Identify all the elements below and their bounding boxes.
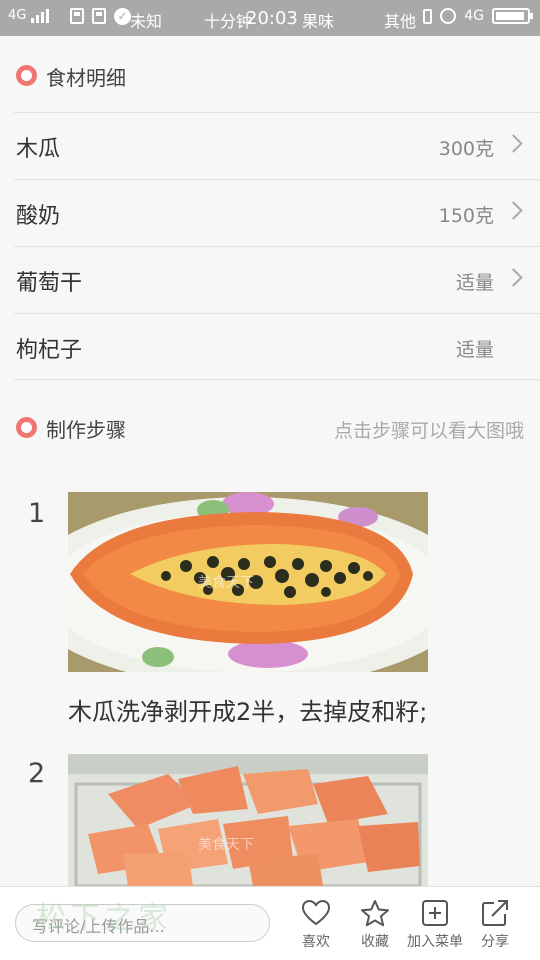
comment-placeholder: 写评论/上传作品... bbox=[32, 917, 165, 936]
notification-icon bbox=[70, 8, 84, 24]
notification-icons: ✓ bbox=[70, 8, 131, 25]
status-right-icons: 4G bbox=[423, 8, 533, 24]
ingredient-name: 枸杞子 bbox=[16, 338, 83, 363]
heart-icon bbox=[301, 899, 331, 926]
add-to-menu-button[interactable]: 加入菜单 bbox=[403, 899, 467, 951]
chevron-right-icon bbox=[504, 201, 523, 220]
signal-bar-icon bbox=[41, 12, 45, 23]
comment-input[interactable]: 写评论/上传作品... bbox=[15, 904, 270, 942]
signal-bar-icon bbox=[31, 18, 35, 23]
ingredient-row[interactable]: 酸奶 150克 bbox=[14, 179, 540, 246]
ingredients-header: 食材明细 bbox=[0, 36, 540, 114]
alarm-icon bbox=[440, 8, 457, 24]
like-button[interactable]: 喜欢 bbox=[284, 899, 348, 951]
like-label: 喜欢 bbox=[302, 934, 330, 950]
photo-watermark: 美食天下 bbox=[198, 574, 254, 591]
network-label: 4G bbox=[464, 8, 484, 24]
favorite-button[interactable]: 收藏 bbox=[343, 899, 407, 951]
section-title: 食材明细 bbox=[46, 66, 126, 90]
section-dot-icon bbox=[16, 417, 37, 438]
ingredient-amount: 300克 bbox=[438, 138, 494, 160]
step-number: 2 bbox=[28, 758, 46, 789]
chevron-right-icon bbox=[504, 268, 523, 287]
papaya-half-image: 美食天下 bbox=[68, 492, 428, 672]
status-text: 十分钟 bbox=[204, 12, 253, 31]
bottom-action-bar: 写评论/上传作品... 松下之家 喜欢 收藏 加入菜单 分享 bbox=[0, 886, 540, 960]
ingredient-row[interactable]: 葡萄干 适量 bbox=[14, 246, 540, 313]
share-button[interactable]: 分享 bbox=[463, 899, 527, 951]
ingredient-list: 木瓜 300克 酸奶 150克 葡萄干 适量 枸杞子 适量 bbox=[14, 112, 540, 380]
ingredient-row[interactable]: 木瓜 300克 bbox=[14, 112, 540, 179]
step-number: 1 bbox=[28, 498, 46, 529]
section-dot-icon bbox=[16, 65, 37, 86]
status-text: 未知 bbox=[130, 12, 163, 31]
status-text: 其他 bbox=[384, 12, 417, 31]
ingredient-row: 枸杞子 适量 bbox=[14, 313, 540, 380]
favorite-label: 收藏 bbox=[361, 934, 389, 950]
ingredient-amount: 适量 bbox=[455, 272, 494, 294]
photo-watermark: 美食天下 bbox=[198, 836, 254, 853]
share-icon bbox=[482, 900, 508, 926]
ingredient-name: 酸奶 bbox=[16, 204, 61, 229]
status-time: 20:03 bbox=[246, 8, 298, 29]
star-icon bbox=[361, 900, 389, 927]
share-label: 分享 bbox=[481, 934, 509, 950]
notification-icon bbox=[92, 8, 106, 24]
ingredient-amount: 150克 bbox=[438, 205, 494, 227]
status-bar: 4G ✓ 未知 十分钟 20:03 果味 其他 4G bbox=[0, 0, 540, 36]
ingredient-amount: 适量 bbox=[455, 339, 494, 361]
add-to-menu-label: 加入菜单 bbox=[407, 934, 463, 950]
signal-bar-icon bbox=[36, 15, 40, 23]
battery-icon bbox=[492, 8, 533, 24]
ingredient-name: 葡萄干 bbox=[16, 271, 83, 296]
steps-header: 制作步骤 点击步骤可以看大图哦 bbox=[0, 388, 540, 466]
status-text: 果味 bbox=[302, 12, 335, 31]
network-label: 4G bbox=[8, 8, 27, 23]
section-title: 制作步骤 bbox=[46, 418, 126, 442]
signal-bar-icon bbox=[46, 9, 50, 23]
ingredient-name: 木瓜 bbox=[16, 137, 61, 162]
add-menu-icon bbox=[422, 900, 448, 926]
step-description: 木瓜洗净剥开成2半，去掉皮和籽; bbox=[68, 698, 428, 726]
steps-hint: 点击步骤可以看大图哦 bbox=[333, 420, 524, 442]
vibrate-icon bbox=[423, 8, 433, 24]
chevron-right-icon bbox=[504, 134, 523, 153]
step-photo[interactable]: 美食天下 bbox=[68, 492, 428, 672]
papaya-chunks-image: 美食天下 bbox=[68, 754, 428, 886]
signal-indicator: 4G bbox=[8, 8, 50, 23]
step-photo[interactable]: 美食天下 bbox=[68, 754, 428, 886]
check-icon: ✓ bbox=[114, 8, 131, 25]
